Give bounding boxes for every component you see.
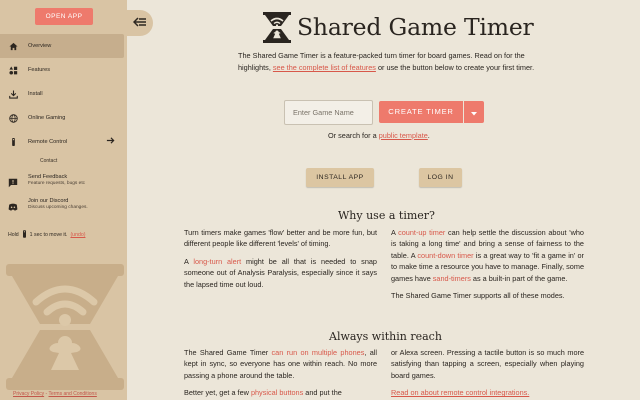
features-list-link[interactable]: see the complete list of features: [273, 63, 376, 72]
undo-link[interactable]: (undo): [70, 232, 85, 238]
hold-hint: Hold 1 sec to move it. (undo): [8, 230, 85, 240]
remote-small-icon: [22, 230, 27, 240]
intro-text: The Shared Game Timer is a feature-packe…: [238, 50, 536, 75]
reach-left-column: The Shared Game Timer can run on multipl…: [184, 347, 377, 400]
hourglass-logo-icon: [263, 11, 291, 43]
sidebar-item-label: Install: [28, 91, 43, 97]
text-part: as a built-in part of the game.: [470, 273, 568, 283]
why-heading: Why use a timer?: [338, 209, 435, 222]
page-title: Shared Game Timer: [297, 13, 534, 41]
hourglass-meeple-icon: [6, 264, 124, 390]
home-icon: [8, 41, 18, 51]
page-header: Shared Game Timer: [262, 9, 534, 45]
globe-icon: [8, 113, 18, 123]
sidebar-item-install[interactable]: Install: [0, 82, 127, 106]
footer-links: Privacy Policy - Terms and Conditions: [13, 391, 97, 397]
sidebar-item-label: Features: [28, 67, 51, 73]
intro-text-part: or use the button below to create your f…: [375, 63, 535, 73]
text-part: Better yet, get a few: [184, 388, 251, 398]
game-name-placeholder: Enter Game Name: [293, 108, 354, 117]
remote-control-link[interactable]: Read on about remote control integration…: [391, 388, 529, 397]
create-timer-button[interactable]: CREATE TIMER: [379, 101, 463, 123]
public-template-link[interactable]: public template: [379, 131, 428, 140]
contact-heading: Contact: [40, 158, 58, 164]
why-left-p1: Turn timers make games 'flow' better and…: [184, 228, 377, 249]
send-feedback-link[interactable]: Send Feedback Feature requests, bugs etc: [8, 174, 86, 188]
discord-subtitle: Discuss upcoming changes.: [28, 205, 88, 210]
reach-right-column: or Alexa screen. Pressing a tactile butt…: [391, 347, 584, 400]
feedback-icon: [8, 175, 18, 188]
long-turn-alert-link[interactable]: long-turn alert: [193, 257, 241, 266]
open-app-button[interactable]: OPEN APP: [35, 8, 93, 25]
discord-icon: [8, 199, 18, 211]
sidebar-item-online-gaming[interactable]: Online Gaming: [0, 106, 127, 130]
template-search-text: Or search for a public template.: [328, 131, 430, 140]
why-left-column: Turn timers make games 'flow' better and…: [184, 227, 377, 296]
sidebar-item-label: Remote Control: [28, 139, 68, 145]
discord-title: Join our Discord: [28, 198, 69, 204]
collapse-sidebar-button[interactable]: [127, 10, 153, 36]
sidebar-nav: Overview Features Install Online Gaming …: [0, 34, 127, 154]
reach-heading: Always within reach: [329, 330, 442, 343]
feedback-subtitle: Feature requests, bugs etc: [28, 181, 86, 186]
sidebar: OPEN APP Overview Features Install Onlin…: [0, 0, 127, 400]
sidebar-item-remote-control[interactable]: Remote Control: [0, 130, 127, 154]
create-timer-dropdown[interactable]: [464, 101, 484, 123]
count-up-timer-link[interactable]: count-up timer: [398, 228, 445, 237]
count-down-timer-link[interactable]: count-down timer: [417, 251, 473, 260]
collapse-arrow-icon: [132, 14, 147, 32]
sidebar-item-label: Overview: [28, 43, 52, 49]
sidebar-item-overview[interactable]: Overview: [0, 34, 124, 58]
reach-right-p2: Read on about remote control integration…: [391, 387, 584, 398]
join-discord-link[interactable]: Join our Discord Discuss upcoming change…: [8, 198, 88, 211]
why-right-column: A count-up timer can help settle the dis…: [391, 227, 584, 307]
hold-text: Hold: [8, 232, 19, 238]
features-icon: [8, 65, 18, 75]
caret-down-icon: [471, 103, 477, 121]
game-name-input[interactable]: Enter Game Name: [284, 100, 373, 125]
download-icon: [8, 89, 18, 99]
remote-icon: [8, 137, 18, 147]
reach-left-p1: The Shared Game Timer can run on multipl…: [184, 347, 377, 381]
hold-text-2: 1 sec to move it.: [29, 232, 68, 238]
search-text-part: .: [427, 131, 430, 140]
why-right-p1: A count-up timer can help settle the dis…: [391, 227, 584, 284]
text-part: A: [184, 256, 194, 266]
arrow-right-icon[interactable]: [106, 136, 115, 148]
sand-timers-link[interactable]: sand-timers: [433, 274, 471, 283]
feedback-title: Send Feedback: [28, 174, 68, 180]
why-left-p2: A long-turn alert might be all that is n…: [184, 256, 377, 290]
text-part: and put the: [303, 388, 342, 398]
reach-left-p2: Better yet, get a few physical buttons a…: [184, 387, 377, 398]
reach-right-p1: or Alexa screen. Pressing a tactile butt…: [391, 348, 584, 380]
text-part: The Shared Game Timer: [184, 348, 272, 357]
login-button[interactable]: LOG IN: [419, 168, 462, 187]
install-app-button[interactable]: INSTALL APP: [306, 168, 374, 187]
physical-buttons-link[interactable]: physical buttons: [251, 388, 303, 397]
privacy-policy-link[interactable]: Privacy Policy: [13, 391, 44, 397]
search-text-part: Or search for a: [328, 131, 379, 140]
why-right-p2: The Shared Game Timer supports all of th…: [391, 291, 565, 301]
sidebar-item-features[interactable]: Features: [0, 58, 127, 82]
terms-link[interactable]: Terms and Conditions: [48, 391, 96, 397]
multiple-phones-link[interactable]: can run on multiple phones: [272, 348, 365, 357]
sidebar-item-label: Online Gaming: [28, 115, 66, 121]
